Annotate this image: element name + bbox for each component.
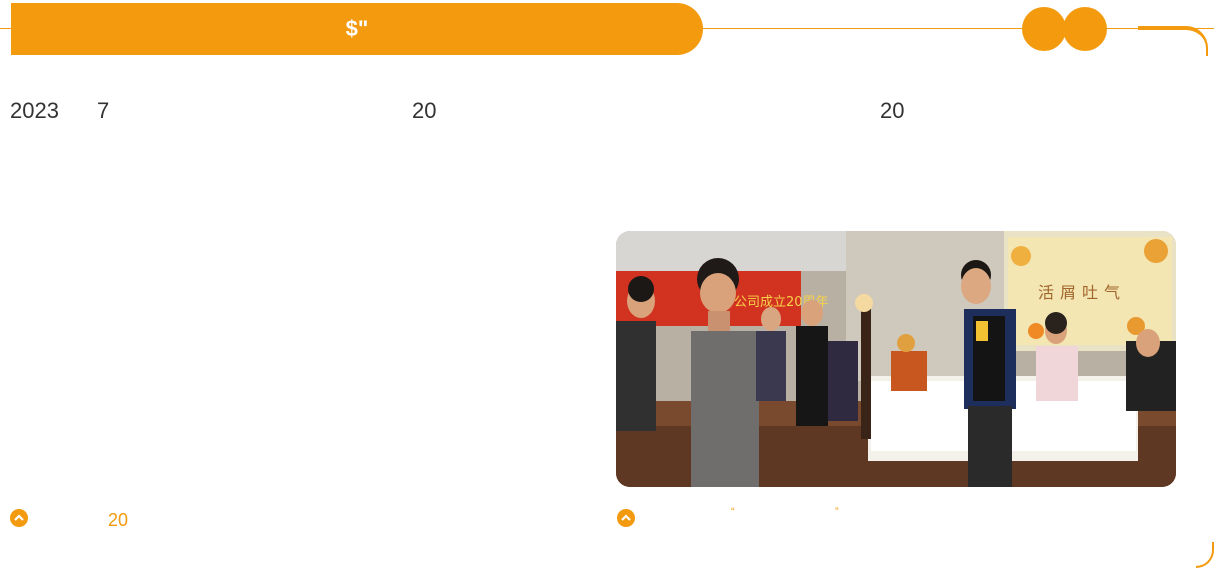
caption-right-open-quote: “: [731, 506, 735, 518]
text-month: 7: [97, 98, 110, 123]
caption-left: 20: [108, 510, 129, 530]
corner-bracket-top-right: [1138, 26, 1208, 56]
text-number-b: 20: [880, 98, 905, 123]
text-number-a: 20: [412, 98, 437, 123]
chevron-up-icon: [617, 509, 635, 527]
event-photo: 活屑吐气 公司成立20周年: [616, 231, 1176, 487]
caption-right-close-quote: ”: [835, 506, 839, 518]
corner-bracket-bottom-right: [1196, 542, 1214, 568]
decor-circle-left: [1022, 7, 1066, 51]
page-title: $": [345, 16, 369, 41]
decor-circle-right: [1063, 7, 1107, 51]
text-year: 2023: [10, 98, 59, 123]
chevron-up-icon: [10, 509, 28, 527]
photo-banner-text: 活屑吐气: [1038, 283, 1126, 302]
title-banner: $": [11, 3, 703, 55]
